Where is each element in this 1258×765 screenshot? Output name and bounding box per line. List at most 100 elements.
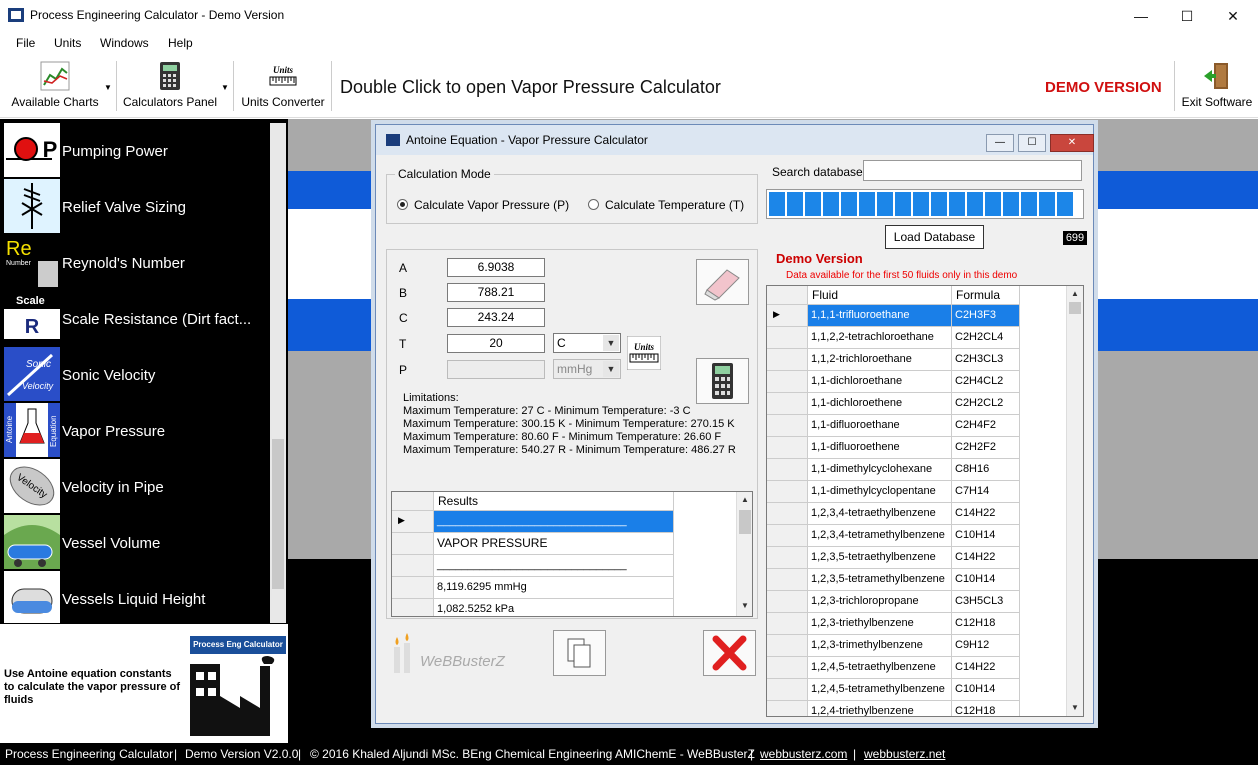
fluid-formula-cell[interactable]: C2H4F2 — [952, 415, 1020, 437]
fluid-name-cell[interactable]: 1,2,3,4-tetramethylbenzene — [808, 525, 952, 547]
minimize-button[interactable]: — — [1118, 4, 1164, 28]
sidebar-item-vessel-volume[interactable]: Vessel Volume — [4, 515, 270, 571]
scroll-up-icon[interactable]: ▲ — [737, 492, 752, 508]
clear-button[interactable] — [696, 259, 749, 305]
fluid-formula-cell[interactable]: C10H14 — [952, 569, 1020, 591]
c-input[interactable]: 243.24 — [447, 308, 545, 327]
results-cell[interactable]: 1,082.5252 kPa — [434, 599, 674, 616]
sidebar-item-pumping-power[interactable]: P Pumping Power — [4, 123, 270, 179]
sidebar-item-reynolds-number[interactable]: Re Number Reynold's Number — [4, 235, 270, 291]
website-link-net[interactable]: webbusterz.net — [864, 747, 945, 761]
fluid-table[interactable]: Fluid Formula ▶ 1,1,1-trifluoroethane C2H3… — [766, 285, 1084, 717]
units-converter-small-button[interactable]: Units — [627, 336, 661, 370]
fluid-name-cell[interactable]: 1,1-difluoroethene — [808, 437, 952, 459]
fluid-formula-cell[interactable]: C8H16 — [952, 459, 1020, 481]
fluid-formula-cell[interactable]: C14H22 — [952, 657, 1020, 679]
t-unit-select[interactable]: C ▼ — [553, 333, 621, 353]
results-grid[interactable]: Results ▶ ______________________________… — [391, 491, 753, 617]
sidebar-item-scale-resistance[interactable]: Scale R Scale Resistance (Dirt fact... — [4, 291, 270, 347]
fluid-formula-cell[interactable]: C3H5CL3 — [952, 591, 1020, 613]
fluid-name-cell[interactable]: 1,1,1-trifluoroethane — [808, 305, 952, 327]
fluid-formula-cell[interactable]: C2H2F2 — [952, 437, 1020, 459]
calc-temperature-radio[interactable]: Calculate Temperature (T) — [588, 198, 744, 212]
website-link-com[interactable]: webbusterz.com — [760, 747, 847, 761]
sidebar-item-vessels-liquid-height[interactable]: Vessels Liquid Height — [4, 571, 270, 623]
fluid-name-cell[interactable]: 1,1-dimethylcyclohexane — [808, 459, 952, 481]
fluid-formula-cell[interactable]: C2H4CL2 — [952, 371, 1020, 393]
menu-windows[interactable]: Windows — [100, 36, 149, 50]
results-cell[interactable]: VAPOR PRESSURE — [434, 533, 674, 555]
fluid-name-cell[interactable]: 1,1,2-trichloroethane — [808, 349, 952, 371]
fluid-formula-cell[interactable]: C2H3F3 — [952, 305, 1020, 327]
dialog-close-button[interactable]: ✕ — [1050, 134, 1094, 152]
t-label: T — [399, 337, 407, 351]
fluid-name-cell[interactable]: 1,1-dimethylcyclopentane — [808, 481, 952, 503]
fluid-formula-cell[interactable]: C7H14 — [952, 481, 1020, 503]
fluid-name-cell[interactable]: 1,1-difluoroethane — [808, 415, 952, 437]
close-dialog-button[interactable] — [703, 630, 756, 676]
fluid-name-cell[interactable]: 1,2,4,5-tetramethylbenzene — [808, 679, 952, 701]
available-charts-button[interactable]: Available Charts — [8, 55, 102, 115]
fluid-formula-cell[interactable]: C14H22 — [952, 503, 1020, 525]
close-button[interactable]: ✕ — [1210, 4, 1256, 28]
load-database-button[interactable]: Load Database — [885, 225, 984, 249]
menu-help[interactable]: Help — [168, 36, 193, 50]
scroll-up-icon[interactable]: ▲ — [1067, 286, 1083, 302]
charts-dropdown-icon[interactable]: ▼ — [104, 83, 112, 92]
results-scrollbar[interactable]: ▲ ▼ — [736, 492, 752, 616]
demo-note: Data available for the first 50 fluids o… — [786, 270, 1018, 281]
maximize-button[interactable]: ☐ — [1164, 4, 1210, 28]
fluid-formula-cell[interactable]: C12H18 — [952, 701, 1020, 716]
b-input[interactable]: 788.21 — [447, 283, 545, 302]
fluid-formula-cell[interactable]: C9H12 — [952, 635, 1020, 657]
fluid-name-cell[interactable]: 1,2,4,5-tetraethylbenzene — [808, 657, 952, 679]
sidebar-scrollbar[interactable] — [270, 123, 286, 623]
results-cell[interactable]: _______________________________ — [434, 555, 674, 577]
results-cell[interactable]: _______________________________ — [434, 511, 674, 533]
a-input[interactable]: 6.9038 — [447, 258, 545, 277]
fluid-name-cell[interactable]: 1,2,3,5-tetraethylbenzene — [808, 547, 952, 569]
sidebar-item-velocity-in-pipe[interactable]: Velocity Velocity in Pipe — [4, 459, 270, 515]
fluid-name-cell[interactable]: 1,2,4-triethylbenzene — [808, 701, 952, 716]
sidebar-scroll-thumb[interactable] — [272, 439, 284, 589]
exit-software-button[interactable]: Exit Software — [1178, 55, 1256, 115]
sidebar-item-relief-valve[interactable]: Relief Valve Sizing — [4, 179, 270, 235]
scroll-down-icon[interactable]: ▼ — [737, 598, 752, 614]
calculators-dropdown-icon[interactable]: ▼ — [221, 83, 229, 92]
fluid-name-cell[interactable]: 1,2,3-trimethylbenzene — [808, 635, 952, 657]
dialog-maximize-button[interactable]: ☐ — [1018, 134, 1046, 152]
results-cell[interactable]: 8,119.6295 mmHg — [434, 577, 674, 599]
fluid-formula-cell[interactable]: C2H2CL2 — [952, 393, 1020, 415]
fluid-formula-cell[interactable]: C12H18 — [952, 613, 1020, 635]
fluid-name-cell[interactable]: 1,1,2,2-tetrachloroethane — [808, 327, 952, 349]
scroll-thumb[interactable] — [739, 510, 751, 534]
calculators-panel-button[interactable]: Calculators Panel — [120, 55, 220, 115]
scroll-down-icon[interactable]: ▼ — [1067, 700, 1083, 716]
sidebar-item-sonic-velocity[interactable]: Sonic Velocity Sonic Velocity — [4, 347, 270, 403]
scroll-thumb[interactable] — [1069, 302, 1081, 314]
pump-icon-text: P — [43, 137, 58, 162]
sidebar-item-vapor-pressure[interactable]: Antoine Equation Vapor Pressure — [4, 403, 270, 459]
copy-results-button[interactable] — [553, 630, 606, 676]
menu-file[interactable]: File — [16, 36, 35, 50]
menu-units[interactable]: Units — [54, 36, 81, 50]
fluid-table-scrollbar[interactable]: ▲ ▼ — [1066, 286, 1083, 716]
t-input[interactable]: 20 — [447, 334, 545, 353]
fluid-formula-cell[interactable]: C14H22 — [952, 547, 1020, 569]
fluid-name-cell[interactable]: 1,2,3-triethylbenzene — [808, 613, 952, 635]
calc-pressure-radio[interactable]: Calculate Vapor Pressure (P) — [397, 198, 569, 212]
formula-column-header[interactable]: Formula — [952, 286, 1020, 305]
fluid-name-cell[interactable]: 1,2,3,5-tetramethylbenzene — [808, 569, 952, 591]
search-database-input[interactable] — [863, 160, 1082, 181]
units-converter-button[interactable]: Units Units Converter — [238, 55, 328, 115]
fluid-formula-cell[interactable]: C10H14 — [952, 679, 1020, 701]
fluid-column-header[interactable]: Fluid — [808, 286, 952, 305]
fluid-formula-cell[interactable]: C10H14 — [952, 525, 1020, 547]
fluid-name-cell[interactable]: 1,1-dichloroethane — [808, 371, 952, 393]
fluid-formula-cell[interactable]: C2H3CL3 — [952, 349, 1020, 371]
fluid-name-cell[interactable]: 1,1-dichloroethene — [808, 393, 952, 415]
fluid-name-cell[interactable]: 1,2,3-trichloropropane — [808, 591, 952, 613]
fluid-name-cell[interactable]: 1,2,3,4-tetraethylbenzene — [808, 503, 952, 525]
fluid-formula-cell[interactable]: C2H2CL4 — [952, 327, 1020, 349]
dialog-minimize-button[interactable]: — — [986, 134, 1014, 152]
